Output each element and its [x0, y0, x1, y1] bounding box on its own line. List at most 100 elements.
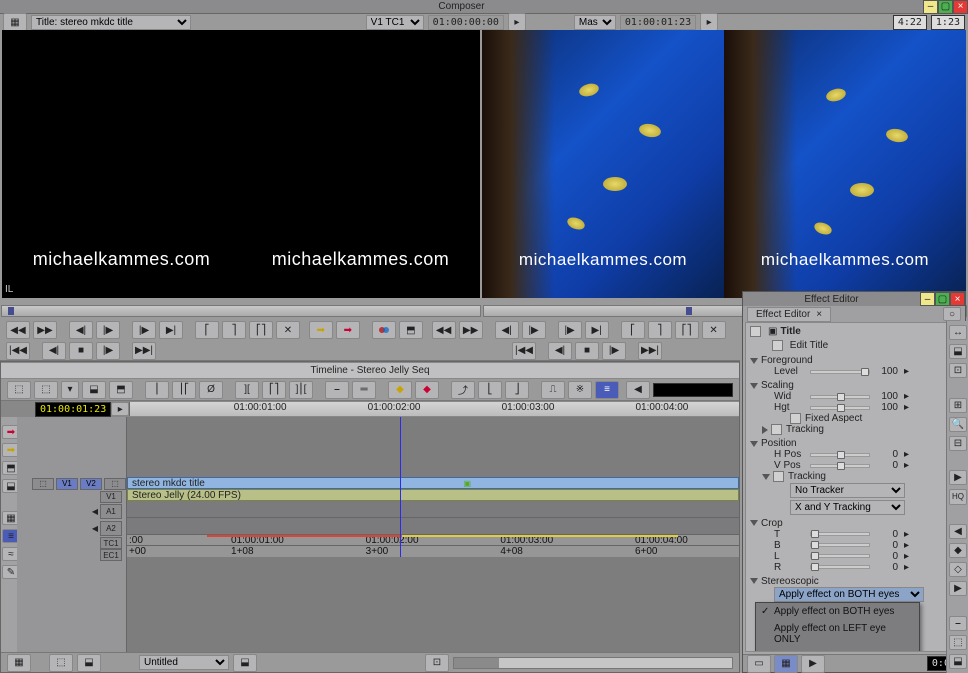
rt-key-add-button[interactable]: ◆: [949, 543, 967, 558]
tl-focus-button[interactable]: ⊡: [425, 654, 449, 672]
scaling-disclose[interactable]: [750, 383, 758, 389]
clear-marks-button[interactable]: ✕: [276, 321, 300, 339]
eff-b-button[interactable]: ◆: [415, 381, 439, 399]
stereo-disclose[interactable]: [750, 578, 758, 584]
crop-b-value[interactable]: 0: [876, 540, 898, 551]
eff-close[interactable]: ×: [950, 292, 965, 306]
trim-c-button[interactable]: ⎦: [505, 381, 529, 399]
overwrite-button[interactable]: ➡: [336, 321, 360, 339]
expand-button[interactable]: ◀: [626, 381, 650, 399]
track-a1-label[interactable]: A1: [100, 504, 122, 519]
record-viewer[interactable]: michaelkammes.com michaelkammes.com: [482, 30, 966, 298]
vpos-value[interactable]: 0: [876, 460, 898, 471]
crop-b-menu-icon[interactable]: ▸: [904, 540, 909, 551]
clip-menu-icon[interactable]: ▦: [3, 13, 27, 31]
rec-play-loop-button[interactable]: ▶|: [585, 321, 609, 339]
playhead[interactable]: [400, 417, 401, 557]
extract-button[interactable]: ⬓: [82, 381, 106, 399]
rt-key-b-button[interactable]: ▶: [949, 581, 967, 596]
rec-goto-end-button[interactable]: ▶▶|: [638, 342, 662, 360]
gang2-icon[interactable]: ▸: [700, 13, 718, 31]
crop-r-menu-icon[interactable]: ▸: [904, 562, 909, 573]
jkl-rev-button[interactable]: ◀|: [42, 342, 66, 360]
tracking2-toggle[interactable]: [773, 471, 784, 482]
hpos-value[interactable]: 0: [876, 449, 898, 460]
frame-back-button[interactable]: ◀|: [69, 321, 93, 339]
wid-value[interactable]: 100: [876, 391, 898, 402]
rec-step-back-button[interactable]: ◀◀: [432, 321, 456, 339]
play-io-button[interactable]: |▶: [132, 321, 156, 339]
goto-start-button[interactable]: |◀◀: [6, 342, 30, 360]
level-value[interactable]: 100: [876, 366, 898, 377]
rec-mark-out-button[interactable]: ⎤: [648, 321, 672, 339]
rec-frame-back-button[interactable]: ◀|: [495, 321, 519, 339]
close-button[interactable]: ×: [953, 0, 968, 14]
play-loop-button[interactable]: ▶|: [159, 321, 183, 339]
stereo-eye-select[interactable]: Apply effect on BOTH eyes: [774, 587, 924, 602]
rt-add-button[interactable]: ⊞: [949, 398, 967, 413]
mark-clip-button[interactable]: ⎡⎤: [249, 321, 273, 339]
patch-v2[interactable]: V2: [80, 478, 102, 490]
play-rev-button[interactable]: ▶▶: [33, 321, 57, 339]
rt-play-button[interactable]: ▶: [949, 470, 967, 485]
crop-l-value[interactable]: 0: [876, 551, 898, 562]
gang-icon[interactable]: ▸: [508, 13, 526, 31]
track-a2-label[interactable]: A2: [100, 521, 122, 536]
eff-play-button[interactable]: ▶: [801, 655, 825, 673]
title-toggle[interactable]: [750, 326, 761, 337]
stereo-mode-button[interactable]: [372, 321, 396, 339]
foreground-disclose[interactable]: [750, 358, 758, 364]
stereo-menu-both[interactable]: Apply effect on BOTH eyes: [756, 603, 919, 620]
crop-l-menu-icon[interactable]: ▸: [904, 551, 909, 562]
goto-end-button[interactable]: ▶▶|: [132, 342, 156, 360]
track-a1[interactable]: [127, 501, 739, 518]
patch-v1[interactable]: V1: [56, 478, 78, 490]
tc-track-dropdown[interactable]: V1 TC1: [366, 15, 424, 30]
rt-sub-button[interactable]: ⊟: [949, 436, 967, 451]
crop-r-value[interactable]: 0: [876, 562, 898, 573]
source-position-bar[interactable]: [1, 305, 481, 317]
rec-jkl-fwd-button[interactable]: |▶: [602, 342, 626, 360]
tool-a-button[interactable]: ⎯: [325, 381, 349, 399]
position-disclose[interactable]: [750, 441, 758, 447]
tl-opt-b[interactable]: ⬓: [77, 654, 101, 672]
rec-mark-clip-button[interactable]: ⎡⎤: [675, 321, 699, 339]
hgt-menu-icon[interactable]: ▸: [904, 402, 909, 413]
audio-b-button[interactable]: ※: [568, 381, 592, 399]
tracks-area[interactable]: stereo mkdc title ▣ Stereo Jelly (24.00 …: [127, 417, 739, 652]
source-clip-dropdown[interactable]: Title: stereo mkdc title: [31, 15, 191, 30]
jkl-fwd-button[interactable]: |▶: [96, 342, 120, 360]
ripple-button[interactable]: ][: [235, 381, 259, 399]
trim-b-button[interactable]: ⎣: [478, 381, 502, 399]
timeline-view-select[interactable]: Untitled: [139, 655, 229, 670]
eff-grid-button[interactable]: ▦: [774, 655, 798, 673]
rec-jkl-stop-button[interactable]: ■: [575, 342, 599, 360]
patch-mon-v2[interactable]: ⬚: [104, 478, 126, 490]
add-edit-button[interactable]: ⎮: [145, 381, 169, 399]
hpos-slider[interactable]: [810, 453, 870, 457]
hpos-menu-icon[interactable]: ▸: [904, 449, 909, 460]
view-menu-button[interactable]: ≡: [595, 381, 619, 399]
step-back-button[interactable]: ◀◀: [6, 321, 30, 339]
track-ec1-label[interactable]: EC1: [100, 549, 122, 561]
eff-zoom-button[interactable]: ▭: [747, 655, 771, 673]
crop-disclose[interactable]: [750, 520, 758, 526]
effect-tab[interactable]: Effect Editor×: [747, 307, 831, 322]
timeline-titlebar[interactable]: Timeline - Stereo Jelly Seq: [1, 362, 739, 379]
track-v1-clip[interactable]: Stereo Jelly (24.00 FPS): [127, 489, 739, 501]
minimize-button[interactable]: –: [923, 0, 938, 14]
rt-opt-a-button[interactable]: ⎯: [949, 616, 967, 631]
hgt-value[interactable]: 100: [876, 402, 898, 413]
motion-button[interactable]: ⤴: [451, 381, 475, 399]
track-v1-label[interactable]: V1: [100, 491, 122, 503]
vpos-menu-icon[interactable]: ▸: [904, 460, 909, 471]
rec-frame-fwd-button[interactable]: |▶: [522, 321, 546, 339]
lift-mode-button[interactable]: ⬚: [34, 381, 58, 399]
tl-fast-menu[interactable]: ▦: [7, 654, 31, 672]
rt-opt-c-button[interactable]: ⬓: [949, 654, 967, 669]
tracking1-toggle[interactable]: [771, 424, 782, 435]
trim-a-button[interactable]: ⎮⎡: [172, 381, 196, 399]
jkl-stop-button[interactable]: ■: [69, 342, 93, 360]
tracking2-disclose[interactable]: [762, 474, 770, 480]
tl-menu-button[interactable]: ▾: [61, 381, 79, 399]
